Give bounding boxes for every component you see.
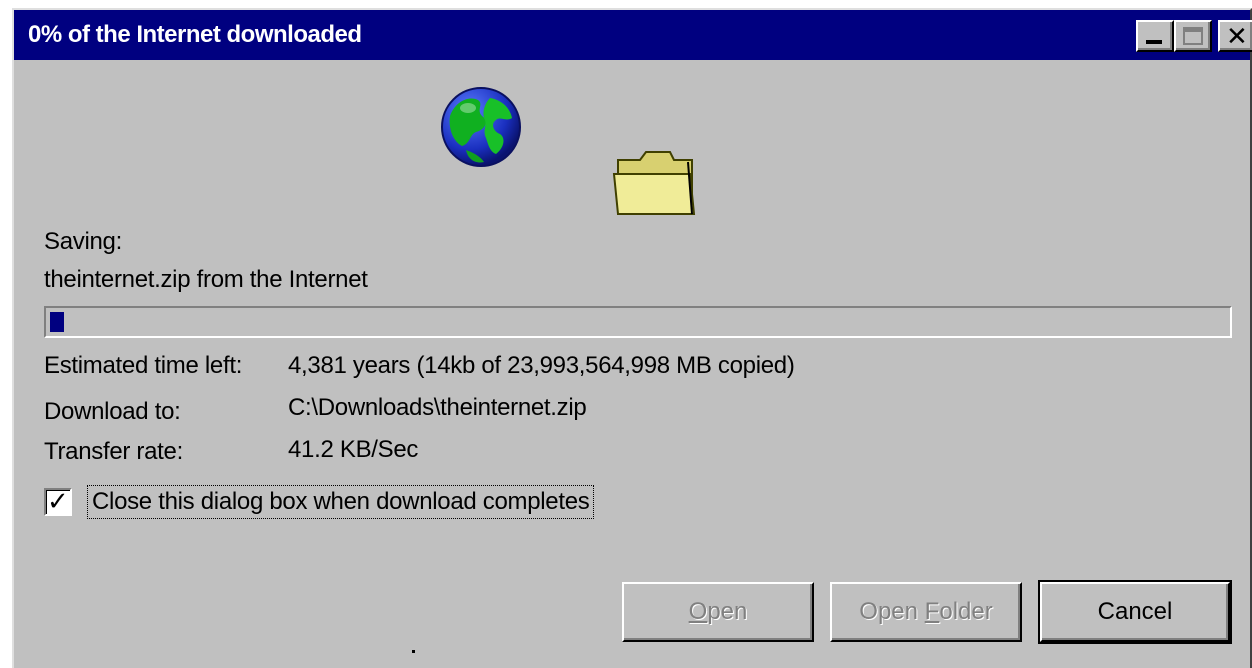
open-folder-label-pre: Open	[859, 598, 925, 625]
maximize-button[interactable]	[1174, 20, 1212, 52]
download-to-label: Download to:	[44, 398, 181, 425]
cancel-button[interactable]: Cancel	[1040, 582, 1230, 642]
maximize-icon	[1183, 27, 1203, 45]
open-button[interactable]: Open	[622, 582, 814, 642]
close-when-done-checkbox[interactable]: ✓	[44, 486, 72, 516]
download-dialog: 0% of the Internet downloaded ✕ Saving: …	[12, 8, 1252, 668]
close-button[interactable]: ✕	[1218, 20, 1252, 52]
title-bar[interactable]: 0% of the Internet downloaded ✕	[14, 10, 1252, 60]
open-label-rest: pen	[707, 598, 748, 625]
close-when-done-label[interactable]: Close this dialog box when download comp…	[86, 485, 595, 519]
progress-fill	[50, 312, 64, 332]
stray-dot	[412, 650, 415, 653]
window-title: 0% of the Internet downloaded	[28, 21, 362, 48]
close-icon: ✕	[1226, 21, 1248, 51]
time-left-label: Estimated time left:	[44, 352, 243, 379]
globe-icon	[441, 87, 521, 167]
download-to-value: C:\Downloads\theinternet.zip	[288, 394, 587, 421]
minimize-icon	[1146, 40, 1162, 44]
transfer-rate-label: Transfer rate:	[44, 438, 183, 465]
open-folder-label-rest: older	[939, 598, 993, 625]
transfer-rate-value: 41.2 KB/Sec	[288, 436, 419, 463]
checkmark-icon: ✓	[47, 486, 69, 516]
minimize-button[interactable]	[1136, 20, 1174, 52]
time-left-value: 4,381 years (14kb of 23,993,564,998 MB c…	[288, 352, 795, 379]
download-progress-bar	[44, 306, 1232, 338]
open-folder-mnemonic: F	[924, 598, 940, 625]
open-mnemonic: O	[688, 598, 708, 625]
folder-icon	[612, 151, 696, 215]
saving-label: Saving:	[44, 228, 122, 255]
open-folder-button[interactable]: Open Folder	[830, 582, 1022, 642]
file-source-text: theinternet.zip from the Internet	[44, 266, 368, 293]
